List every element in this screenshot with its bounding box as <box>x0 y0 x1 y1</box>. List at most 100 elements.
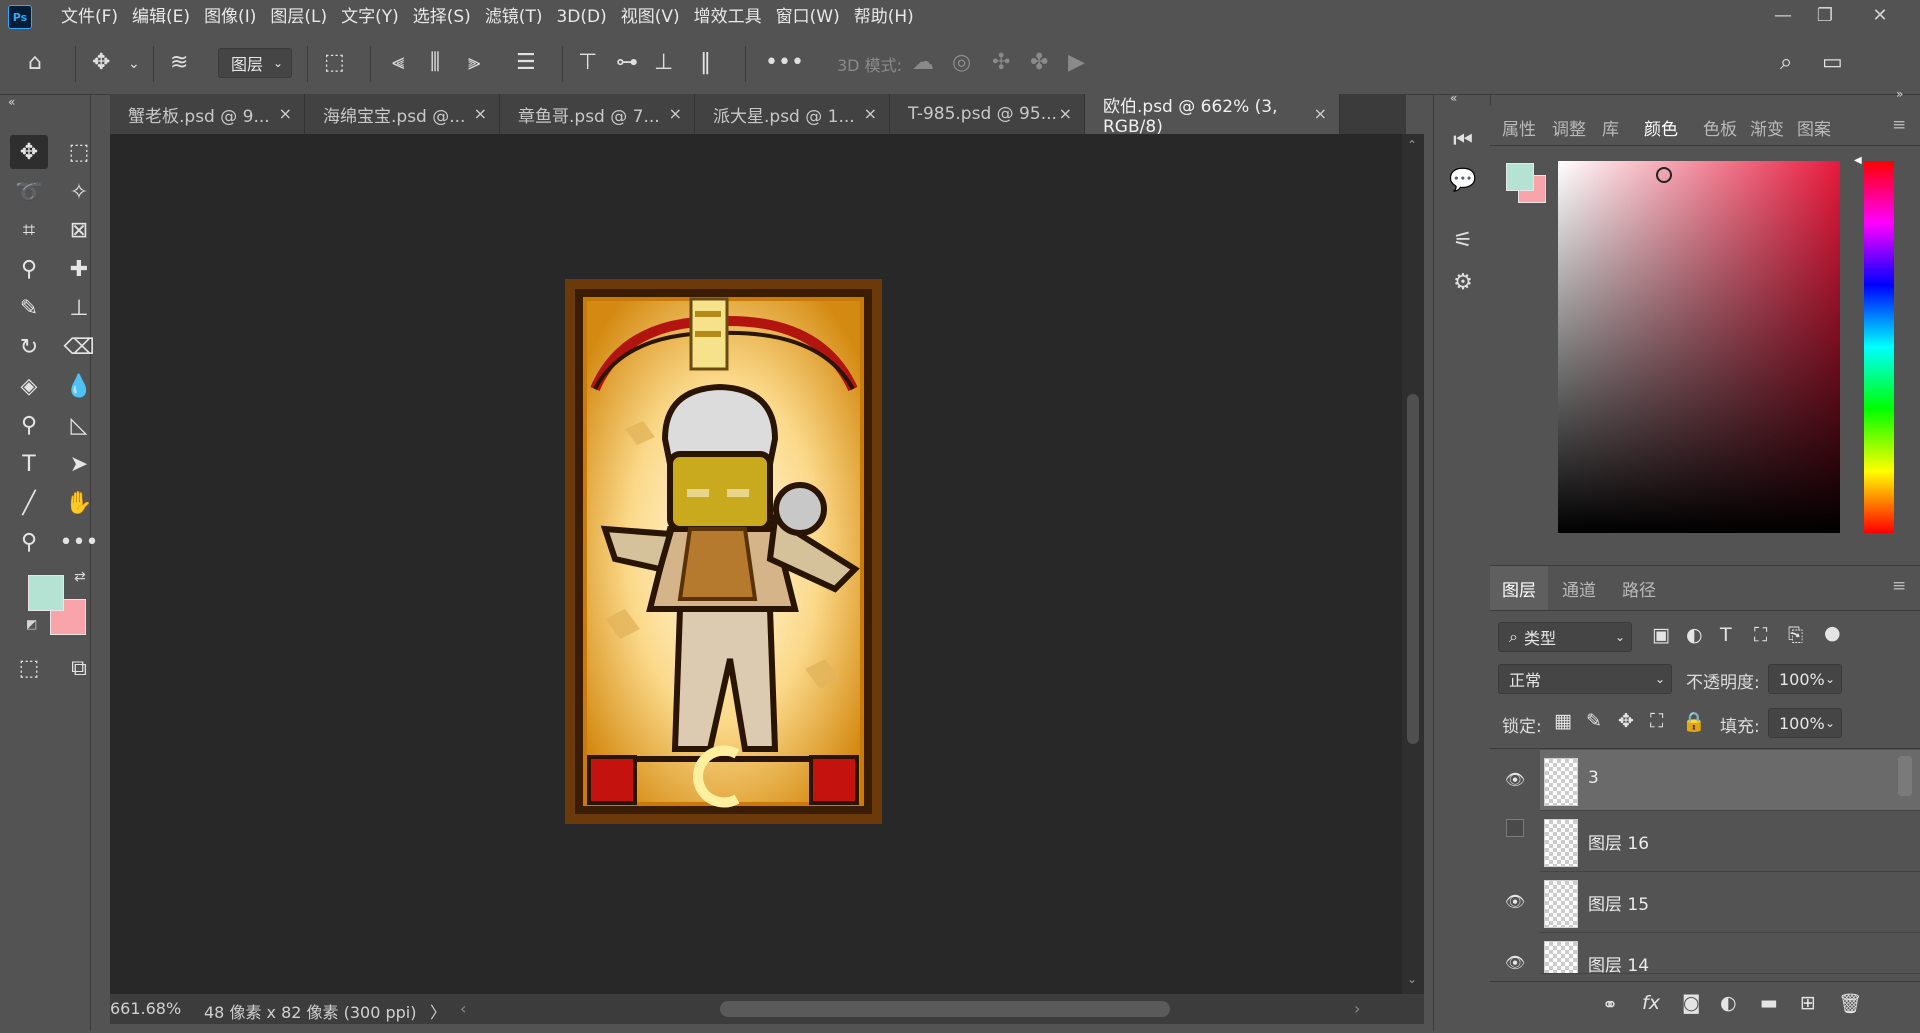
horizontal-scroll-thumb[interactable] <box>720 1001 1170 1017</box>
search-icon[interactable]: ⌕ <box>1780 50 1792 75</box>
tab-document-active[interactable]: 欧伯.psd @ 662% (3, RGB/8) × <box>1085 94 1340 137</box>
quick-mask-icon[interactable]: ⬚ <box>10 651 48 685</box>
align-right-icon[interactable]: ⫸ <box>468 50 480 75</box>
auto-select-icon[interactable]: ≋ <box>170 50 188 75</box>
marquee-tool-icon[interactable]: ⬚ <box>60 135 98 169</box>
link-layers-icon[interactable]: ⚭ <box>1602 994 1618 1016</box>
filter-type-icon[interactable]: T <box>1720 624 1732 646</box>
lock-image-pixels-icon[interactable]: ✎ <box>1586 710 1602 732</box>
foreground-color-chip[interactable] <box>1506 163 1534 191</box>
tab-paths[interactable]: 路径 <box>1622 576 1656 601</box>
brush-tool-icon[interactable]: ✎ <box>10 291 48 325</box>
tab-adjustments[interactable]: 调整 <box>1552 115 1586 140</box>
tab-document-2[interactable]: 海绵宝宝.psd @... × <box>305 94 500 134</box>
menu-view[interactable]: 视图(V) <box>614 0 687 34</box>
comments-panel-icon[interactable]: 💬 <box>1446 163 1480 197</box>
status-menu-arrow[interactable]: 〉 <box>430 999 446 1023</box>
close-tab-icon[interactable]: × <box>1059 104 1072 123</box>
close-tab-icon[interactable]: × <box>1314 104 1327 123</box>
move-tool-preset-icon[interactable]: ✥ <box>92 50 110 75</box>
move-tool-icon[interactable]: ✥ <box>10 135 48 169</box>
blur-tool-icon[interactable]: 💧 <box>60 369 98 403</box>
chevron-down-icon[interactable]: ⌄ <box>128 56 140 72</box>
restore-button[interactable]: ❐ <box>1797 0 1853 30</box>
hand-tool-icon[interactable]: ✋ <box>60 486 98 520</box>
lock-artboard-icon[interactable]: ⛶ <box>1650 710 1663 732</box>
menu-type[interactable]: 文字(Y) <box>334 0 406 34</box>
healing-brush-tool-icon[interactable]: ✚ <box>60 252 98 286</box>
foreground-color-swatch[interactable] <box>28 575 64 611</box>
tab-document-1[interactable]: 蟹老板.psd @ 9... × <box>110 94 305 134</box>
pen-tool-icon[interactable]: ◺ <box>60 408 98 442</box>
default-colors-icon[interactable]: ◩ <box>26 617 37 631</box>
type-tool-icon[interactable]: T <box>10 447 48 481</box>
menu-file[interactable]: 文件(F) <box>54 0 125 34</box>
color-picker-field[interactable] <box>1558 161 1840 533</box>
history-brush-tool-icon[interactable]: ↻ <box>10 330 48 364</box>
close-tab-icon[interactable]: × <box>279 104 292 123</box>
tab-gradients[interactable]: 渐变 <box>1750 115 1784 140</box>
tab-document-5[interactable]: T-985.psd @ 95... × <box>890 94 1085 134</box>
home-icon[interactable]: ⌂ <box>28 50 42 75</box>
filter-smart-object-icon[interactable]: ⎘ <box>1788 624 1803 646</box>
workspace-icon[interactable]: ▭ <box>1822 50 1843 75</box>
tab-document-4[interactable]: 派大星.psd @ 1... × <box>695 94 890 134</box>
scroll-up-icon[interactable]: ⌃ <box>1407 138 1417 152</box>
close-tab-icon[interactable]: × <box>864 104 877 123</box>
align-top-icon[interactable]: ⊤ <box>578 50 597 75</box>
more-tools-icon[interactable]: ••• <box>60 525 99 559</box>
more-options-icon[interactable]: ••• <box>765 50 804 75</box>
menu-layer[interactable]: 图层(L) <box>263 0 334 34</box>
panel-menu-icon[interactable]: ≡ <box>1892 115 1906 135</box>
lock-all-icon[interactable]: 🔒 <box>1682 710 1706 733</box>
layer-visibility-toggle-off[interactable] <box>1506 819 1524 837</box>
path-selection-tool-icon[interactable]: ➤ <box>60 447 98 481</box>
lock-transparent-pixels-icon[interactable]: ▦ <box>1554 710 1572 732</box>
layer-row[interactable]: 图层 15 <box>1540 872 1920 933</box>
paint-bucket-tool-icon[interactable]: ◈ <box>10 369 48 403</box>
panel-menu-icon[interactable]: ≡ <box>1892 576 1906 596</box>
layer-visibility-eye-icon[interactable]: 👁 <box>1500 886 1530 916</box>
frame-tool-icon[interactable]: ⊠ <box>60 213 98 247</box>
tab-layers[interactable]: 图层 <box>1502 576 1536 601</box>
tab-document-3[interactable]: 章鱼哥.psd @ 7... × <box>500 94 695 134</box>
adjustment-layer-icon[interactable]: ◐ <box>1720 992 1737 1014</box>
screen-mode-icon[interactable]: ⧉ <box>60 651 98 685</box>
vertical-scroll-thumb[interactable] <box>1407 394 1419 744</box>
menu-select[interactable]: 选择(S) <box>406 0 478 34</box>
align-middle-icon[interactable]: ⊶ <box>616 50 638 75</box>
close-tab-icon[interactable]: × <box>669 104 682 123</box>
new-layer-icon[interactable]: ⊞ <box>1800 992 1816 1014</box>
expand-panels-icon[interactable]: « <box>1450 91 1457 105</box>
vertical-scrollbar[interactable]: ⌃ ⌄ <box>1402 134 1424 994</box>
tab-patterns[interactable]: 图案 <box>1797 115 1831 140</box>
pixel-art-canvas[interactable] <box>565 279 882 824</box>
eraser-tool-icon[interactable]: ⌫ <box>60 330 98 364</box>
filter-shape-icon[interactable]: ⛶ <box>1754 624 1767 646</box>
add-mask-icon[interactable]: ◙ <box>1682 992 1700 1014</box>
menu-plugins[interactable]: 增效工具 <box>687 0 769 34</box>
transform-controls-icon[interactable]: ⬚ <box>324 50 345 75</box>
align-center-icon[interactable]: ⫼ <box>430 50 440 75</box>
clone-stamp-tool-icon[interactable]: ⊥ <box>60 291 98 325</box>
auto-select-dropdown[interactable]: 图层 ⌄ <box>218 48 292 78</box>
menu-3d[interactable]: 3D(D) <box>549 0 613 34</box>
color-picker-cursor[interactable] <box>1656 167 1672 183</box>
scroll-left-icon[interactable]: ‹ <box>460 999 466 1018</box>
layer-visibility-eye-icon[interactable]: 👁 <box>1500 947 1530 977</box>
align-left-icon[interactable]: ⫷ <box>392 50 404 75</box>
menu-edit[interactable]: 编辑(E) <box>125 0 197 34</box>
layers-scroll-thumb[interactable] <box>1898 756 1912 796</box>
scroll-down-icon[interactable]: ⌄ <box>1407 972 1417 986</box>
tab-properties[interactable]: 属性 <box>1502 115 1536 140</box>
crop-tool-icon[interactable]: ⌗ <box>10 213 48 247</box>
layer-row[interactable]: 图层 14 <box>1540 933 1920 974</box>
layer-visibility-eye-icon[interactable]: 👁 <box>1500 764 1530 794</box>
distribute-vertical-icon[interactable]: ‖ <box>700 50 711 75</box>
lock-position-icon[interactable]: ✥ <box>1618 710 1634 732</box>
brush-settings-icon[interactable]: ⚟ <box>1446 223 1480 257</box>
new-group-icon[interactable]: ▬ <box>1760 992 1778 1014</box>
filter-adjustment-icon[interactable]: ◐ <box>1686 624 1703 646</box>
lasso-tool-icon[interactable]: ➰ <box>10 175 48 209</box>
close-window-button[interactable]: ✕ <box>1852 0 1908 30</box>
